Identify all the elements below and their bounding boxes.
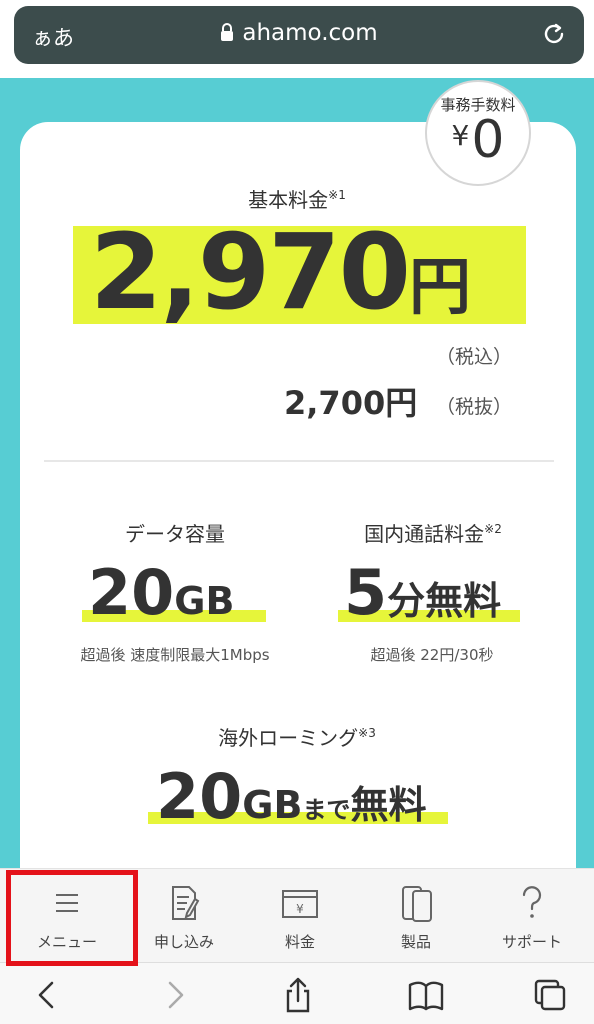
browser-top-bar: ぁあ ahamo.com [0, 0, 594, 78]
call-fee-label: 国内通話料金※2 [318, 518, 548, 547]
roaming-note-ref: ※3 [358, 726, 376, 740]
section-divider [44, 460, 554, 462]
browser-toolbar [0, 962, 594, 1024]
phone-icon [402, 886, 432, 922]
svg-text:¥: ¥ [296, 902, 304, 916]
back-icon[interactable] [30, 977, 66, 1013]
nav-label-apply: 申し込み [153, 933, 214, 951]
site-bottom-nav: メニュー 申し込み ¥ 料金 製品 サポート [0, 868, 594, 962]
roaming-free: 無料 [350, 783, 427, 827]
nav-label-price: 料金 [284, 933, 315, 951]
roaming-number: 20 [156, 760, 243, 833]
data-capacity-value: 20GB [88, 562, 234, 624]
price-tax-in: 2,970円 [90, 210, 471, 335]
form-icon [172, 886, 200, 920]
nav-label-menu: メニュー [36, 933, 97, 951]
price-icon: ¥ [282, 890, 318, 918]
help-icon [522, 886, 542, 918]
data-capacity-label: データ容量 [125, 522, 225, 546]
lock-icon [221, 23, 234, 41]
roaming-label-text: 海外ローミング [218, 726, 359, 750]
call-fee-note: 超過後 22円/30秒 [370, 646, 494, 664]
reload-icon[interactable] [540, 20, 568, 48]
nav-item-products[interactable]: 製品 [357, 869, 475, 963]
fee-badge-currency: ¥ [451, 119, 470, 152]
roaming-unit: GB [242, 783, 303, 827]
fee-badge-amount: 0 [471, 110, 505, 170]
roaming-value: 20GBまで無料 [156, 766, 426, 828]
price-tax-in-value: 2,970 [90, 211, 411, 333]
nav-item-apply[interactable]: 申し込み [125, 869, 243, 963]
address-bar[interactable]: ぁあ ahamo.com [14, 6, 584, 64]
data-capacity-note: 超過後 速度制限最大1Mbps [80, 646, 270, 664]
tax-ex-label: （税抜） [435, 396, 512, 418]
nav-item-menu[interactable]: メニュー [8, 869, 126, 963]
base-fee-label-text: 基本料金 [248, 188, 329, 212]
price-unit: 円 [408, 250, 471, 323]
call-fee-note-ref: ※2 [484, 522, 502, 536]
tax-in-label: （税込） [435, 346, 512, 368]
forward-icon[interactable] [156, 977, 192, 1013]
data-capacity-number: 20 [88, 556, 175, 629]
share-icon[interactable] [280, 977, 316, 1013]
base-fee-label: 基本料金※1 [0, 184, 594, 213]
roaming-label: 海外ローミング※3 [180, 722, 414, 751]
nav-item-price[interactable]: ¥ 料金 [241, 869, 359, 963]
fee-badge-value: ¥0 [427, 110, 529, 170]
base-fee-note: ※1 [328, 188, 346, 202]
price-tax-ex: 2,700円 [284, 384, 418, 422]
call-fee-number: 5 [344, 556, 388, 629]
call-fee-unit: 分無料 [387, 579, 502, 623]
url-display[interactable]: ahamo.com [14, 20, 584, 46]
tabs-icon[interactable] [532, 977, 568, 1013]
bookmarks-icon[interactable] [408, 977, 444, 1013]
nav-label-products: 製品 [400, 933, 431, 951]
call-fee-value: 5分無料 [344, 562, 501, 624]
nav-item-support[interactable]: サポート [473, 869, 591, 963]
menu-icon [56, 894, 78, 912]
call-fee-label-text: 国内通話料金 [364, 522, 485, 546]
url-text: ahamo.com [242, 20, 378, 46]
data-capacity-unit: GB [174, 579, 235, 623]
roaming-suffix: まで [302, 796, 351, 824]
nav-label-support: サポート [501, 933, 562, 951]
fee-badge: 事務手数料 ¥0 [425, 80, 531, 186]
